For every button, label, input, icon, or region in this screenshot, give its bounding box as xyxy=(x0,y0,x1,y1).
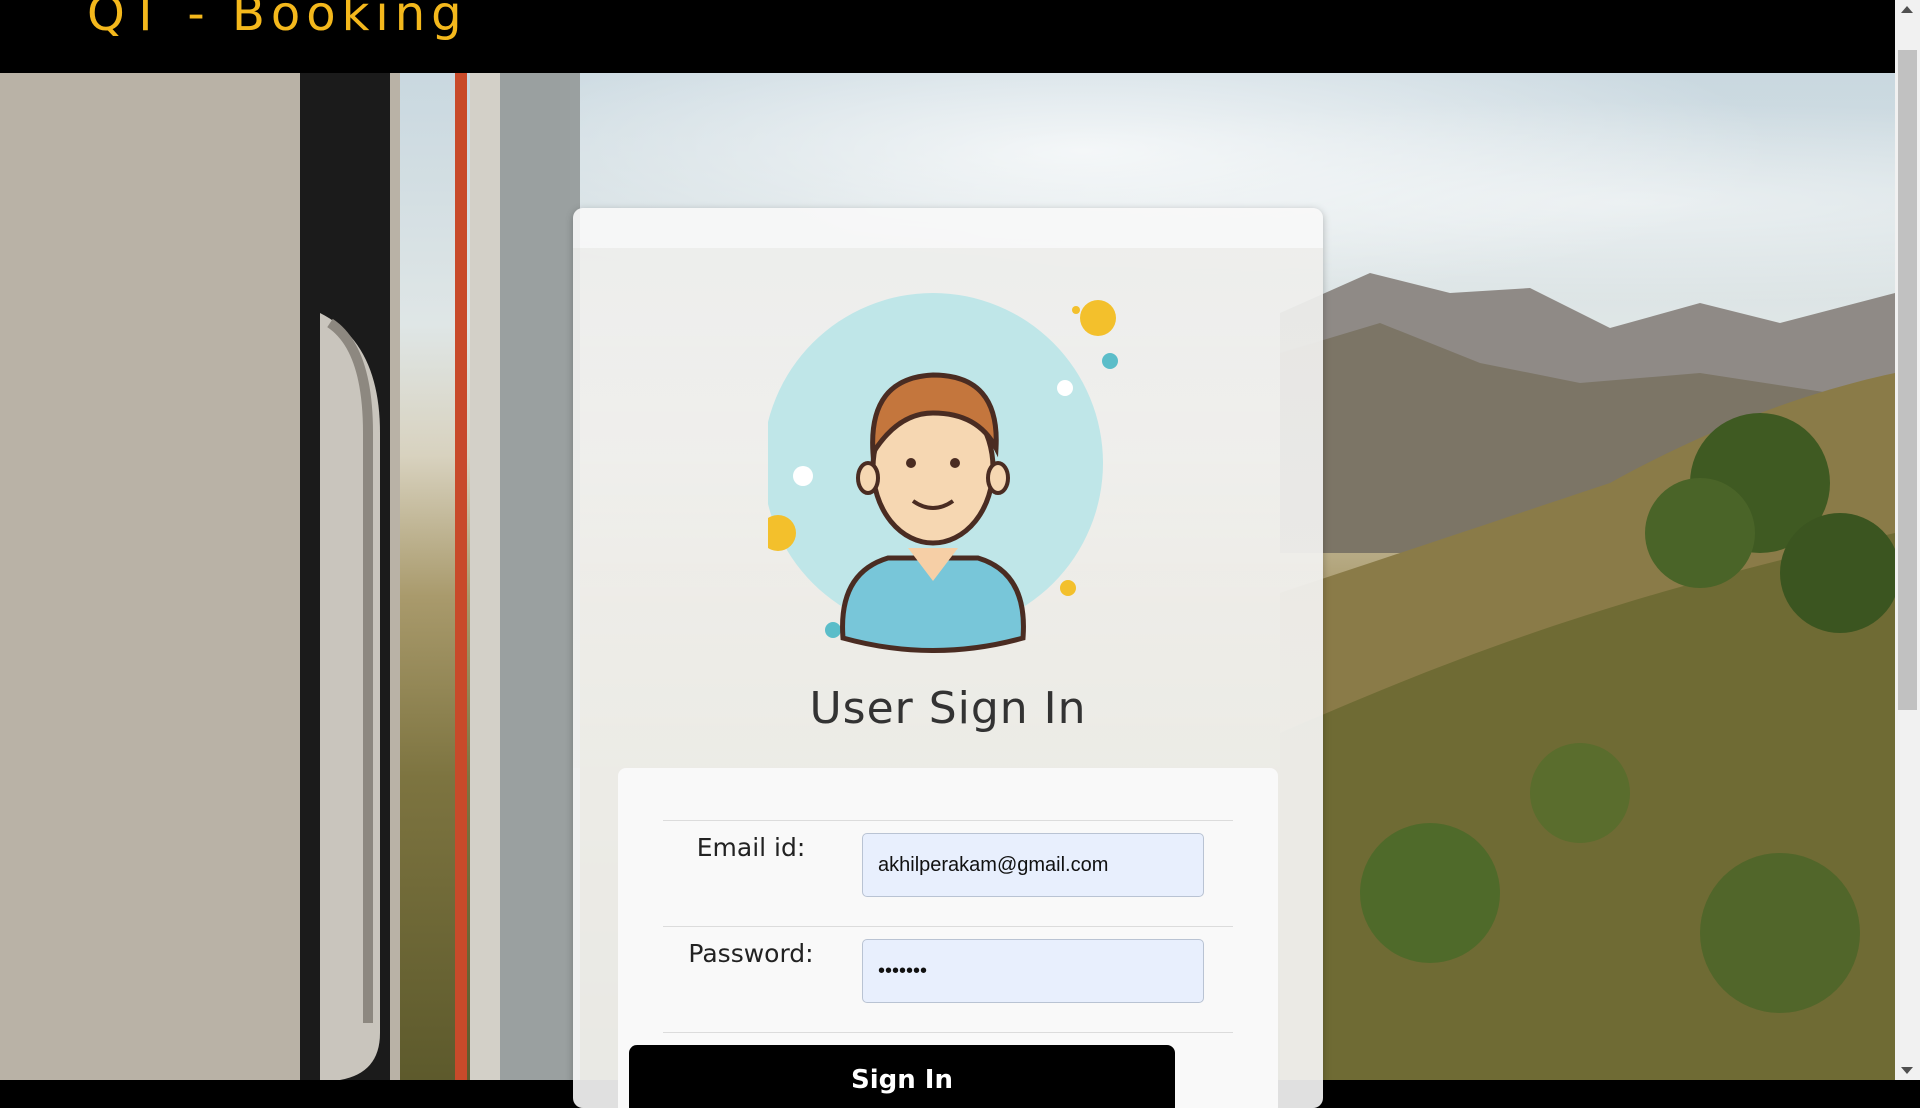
page-title: User Sign In xyxy=(809,683,1087,734)
train-image xyxy=(0,73,580,1080)
hillside-image xyxy=(1280,373,1895,1080)
brand-logo-text[interactable]: QT - Booking xyxy=(87,0,468,42)
top-navbar: QT - Booking xyxy=(0,0,1895,73)
email-field[interactable]: akhilperakam@gmail.com xyxy=(862,833,1204,897)
password-field[interactable]: ••••••• xyxy=(862,939,1204,1003)
vertical-scrollbar[interactable] xyxy=(1895,0,1920,1080)
scrollbar-thumb[interactable] xyxy=(1898,50,1917,710)
scroll-up-arrow-icon[interactable] xyxy=(1901,6,1913,13)
email-row: Email id: akhilperakam@gmail.com xyxy=(663,820,1233,927)
email-label: Email id: xyxy=(696,833,806,862)
user-avatar-illustration xyxy=(768,293,1118,653)
password-label: Password: xyxy=(688,939,814,968)
password-row: Password: ••••••• xyxy=(663,926,1233,1033)
scroll-down-arrow-icon[interactable] xyxy=(1901,1067,1913,1074)
sign-in-button[interactable]: Sign In xyxy=(629,1045,1175,1108)
sign-in-card: User Sign In Email id: akhilperakam@gmai… xyxy=(573,208,1323,1108)
